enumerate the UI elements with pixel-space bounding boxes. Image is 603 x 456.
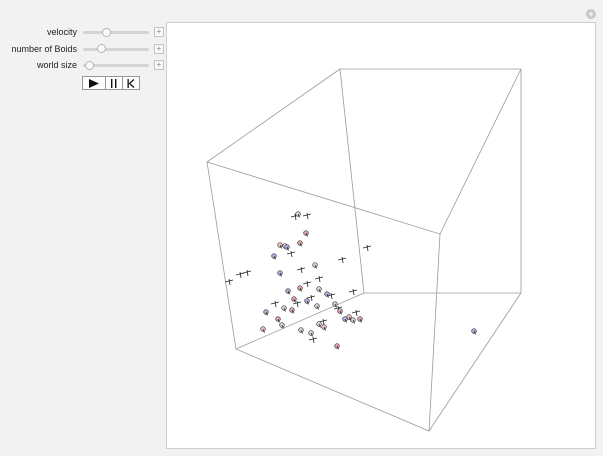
boid-heading-mark bbox=[318, 275, 321, 283]
boid-heading-mark bbox=[310, 294, 313, 302]
play-icon bbox=[89, 78, 99, 88]
velocity-control: velocity + bbox=[0, 26, 165, 43]
boid-heading-mark bbox=[355, 309, 358, 317]
boid-heading-mark bbox=[274, 300, 277, 308]
boid-heading-mark bbox=[352, 288, 355, 296]
world-size-slider-thumb[interactable] bbox=[85, 60, 95, 70]
box-front-face bbox=[206, 161, 441, 432]
animation-controls bbox=[82, 76, 140, 90]
control-panel: velocity + number of Boids + world size … bbox=[0, 26, 165, 76]
number-of-boids-label: number of Boids bbox=[11, 43, 77, 54]
3d-viewport[interactable] bbox=[166, 22, 596, 449]
boid-heading-mark bbox=[290, 250, 293, 258]
box-back-face bbox=[339, 68, 522, 294]
boids-scene bbox=[206, 68, 522, 432]
boid-heading-mark bbox=[300, 266, 303, 274]
box-edge bbox=[206, 68, 341, 163]
play-button[interactable] bbox=[82, 76, 106, 90]
boid-heading-mark bbox=[341, 256, 344, 264]
velocity-label: velocity bbox=[46, 27, 77, 37]
number-of-boids-slider[interactable] bbox=[83, 44, 149, 53]
boid-heading-mark bbox=[296, 300, 299, 308]
boid-heading-mark bbox=[366, 244, 369, 252]
velocity-slider-thumb[interactable] bbox=[101, 27, 111, 37]
number-of-boids-control: number of Boids + bbox=[0, 43, 165, 60]
boid-heading-mark bbox=[246, 269, 249, 277]
boid-heading-mark bbox=[312, 336, 315, 344]
boid-heading-mark bbox=[228, 278, 231, 286]
box-edge bbox=[428, 292, 522, 432]
pause-icon bbox=[111, 78, 117, 88]
world-size-control: world size + bbox=[0, 59, 165, 76]
reset-button[interactable] bbox=[123, 76, 140, 90]
options-plus-icon[interactable]: + bbox=[586, 9, 596, 19]
boid-heading-mark bbox=[306, 280, 309, 288]
world-size-expand-button[interactable]: + bbox=[154, 60, 164, 70]
world-size-slider[interactable] bbox=[83, 60, 149, 70]
boid-heading-mark bbox=[322, 318, 325, 326]
boid-heading-mark bbox=[306, 212, 309, 220]
velocity-expand-button[interactable]: + bbox=[154, 27, 164, 37]
number-of-boids-expand-button[interactable]: + bbox=[154, 43, 164, 54]
box-edge bbox=[439, 68, 522, 235]
boid-heading-mark bbox=[239, 271, 242, 279]
step-back-icon bbox=[127, 78, 135, 88]
boid-heading-mark bbox=[330, 292, 333, 300]
velocity-slider[interactable] bbox=[83, 27, 149, 37]
number-of-boids-slider-thumb[interactable] bbox=[96, 44, 106, 53]
boids-group bbox=[224, 211, 477, 350]
world-size-label: world size bbox=[36, 60, 77, 70]
pause-button[interactable] bbox=[106, 76, 123, 90]
world-box bbox=[206, 68, 522, 432]
